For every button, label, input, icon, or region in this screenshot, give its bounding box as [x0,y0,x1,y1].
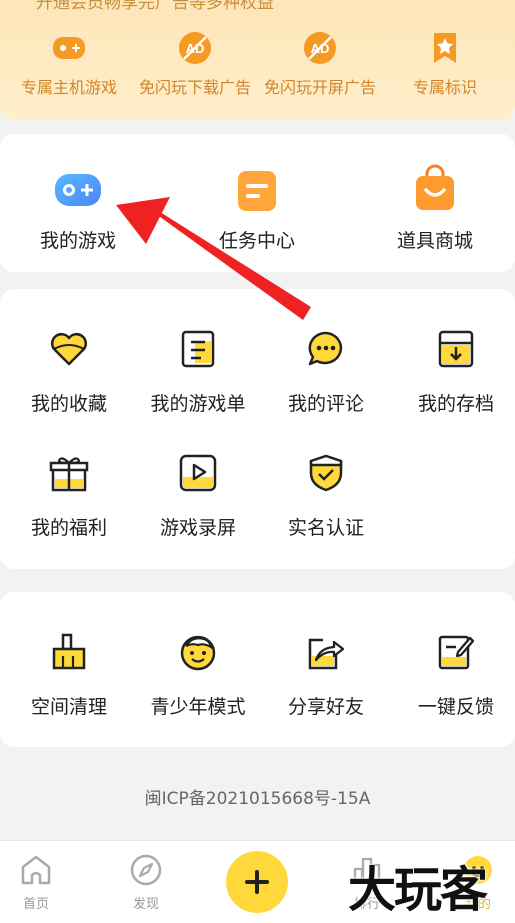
tab-discover-label: 发现 [132,897,159,912]
broom-icon [52,633,86,670]
child-face-icon [180,635,216,671]
gamepad-icon [53,37,85,59]
my-comments-label: 我的评论 [287,393,364,415]
share-icon [308,638,345,670]
real-name-auth-button[interactable]: 实名认证 [266,453,386,540]
my-saves-label: 我的存档 [417,393,494,415]
screen-record-label: 游戏录屏 [159,517,236,539]
vip-benefit-label: 专属标识 [412,78,477,97]
favorites-button[interactable]: 我的收藏 [9,331,129,416]
task-center-button[interactable]: 任务中心 [197,170,317,253]
feedback-icon [438,635,475,670]
game-list-label: 我的游戏单 [150,393,246,415]
main-shortcuts-card: 我的游戏 任务中心 道具商城 [0,134,515,272]
vip-benefit-no-download-ads[interactable]: AD 免闪玩下载广告 [130,30,260,98]
tools-card: 空间清理 青少年模式 分享好友 一键反馈 [0,592,515,747]
compass-icon [130,854,162,886]
shield-icon [309,454,343,492]
game-list-icon [181,330,215,368]
gift-icon [49,457,89,492]
my-comments-button[interactable]: 我的评论 [266,329,386,416]
no-ad-icon: AD [179,32,211,64]
publish-plus-button[interactable] [226,851,288,913]
archive-icon [438,330,474,368]
gamepad-icon [55,174,101,206]
comment-icon [308,331,343,366]
home-icon [21,855,51,885]
vip-benefit-badge[interactable]: 专属标识 [380,30,510,98]
welfare-label: 我的福利 [30,517,107,539]
tab-home-label: 首页 [22,897,49,912]
feedback-label: 一键反馈 [417,696,494,718]
game-list-button[interactable]: 我的游戏单 [138,329,258,416]
space-clean-label: 空间清理 [30,696,107,718]
vip-benefit-label: 免闪玩开屏广告 [263,78,376,97]
prop-shop-button[interactable]: 道具商城 [375,164,495,253]
my-saves-button[interactable]: 我的存档 [396,329,515,416]
vip-banner[interactable]: 开通会员畅享完广告等多种权益 专属主机游戏 AD 免闪玩下载广告 AD 免闪玩开… [0,0,515,120]
tab-discover[interactable]: 发现 [111,853,181,912]
my-games-label: 我的游戏 [39,230,116,252]
task-icon [238,171,276,211]
watermark-logo: 大玩客 [348,862,488,918]
share-friends-button[interactable]: 分享好友 [266,632,386,719]
share-friends-label: 分享好友 [287,696,364,718]
favorites-label: 我的收藏 [30,393,107,415]
welfare-button[interactable]: 我的福利 [9,453,129,540]
space-clean-button[interactable]: 空间清理 [9,632,129,719]
real-name-auth-label: 实名认证 [287,517,364,539]
shop-bag-icon [416,164,454,210]
heart-icon [51,333,87,366]
prop-shop-label: 道具商城 [396,230,473,252]
teen-mode-button[interactable]: 青少年模式 [138,632,258,719]
vip-benefit-label: 免闪玩下载广告 [138,78,251,97]
screen-record-button[interactable]: 游戏录屏 [138,453,258,540]
icp-license: 闽ICP备2021015668号-15A [144,789,371,809]
vip-benefit-console-games[interactable]: 专属主机游戏 [4,30,134,98]
feedback-button[interactable]: 一键反馈 [396,632,515,719]
task-center-label: 任务中心 [218,230,295,252]
star-badge-icon [434,33,456,63]
my-games-button[interactable]: 我的游戏 [18,170,138,253]
plus-icon [245,870,269,894]
features-card: 我的收藏 我的游戏单 我的评论 我的存档 我的福利 游戏录屏 实名认证 [0,289,515,569]
vip-benefit-label: 专属主机游戏 [20,78,117,97]
tab-home[interactable]: 首页 [1,853,71,912]
no-ad-icon: AD [304,32,336,64]
vip-benefit-no-splash-ads[interactable]: AD 免闪玩开屏广告 [255,30,385,98]
teen-mode-label: 青少年模式 [150,696,246,718]
vip-subtitle: 开通会员畅享完广告等多种权益 [36,0,274,13]
record-icon [179,454,217,492]
